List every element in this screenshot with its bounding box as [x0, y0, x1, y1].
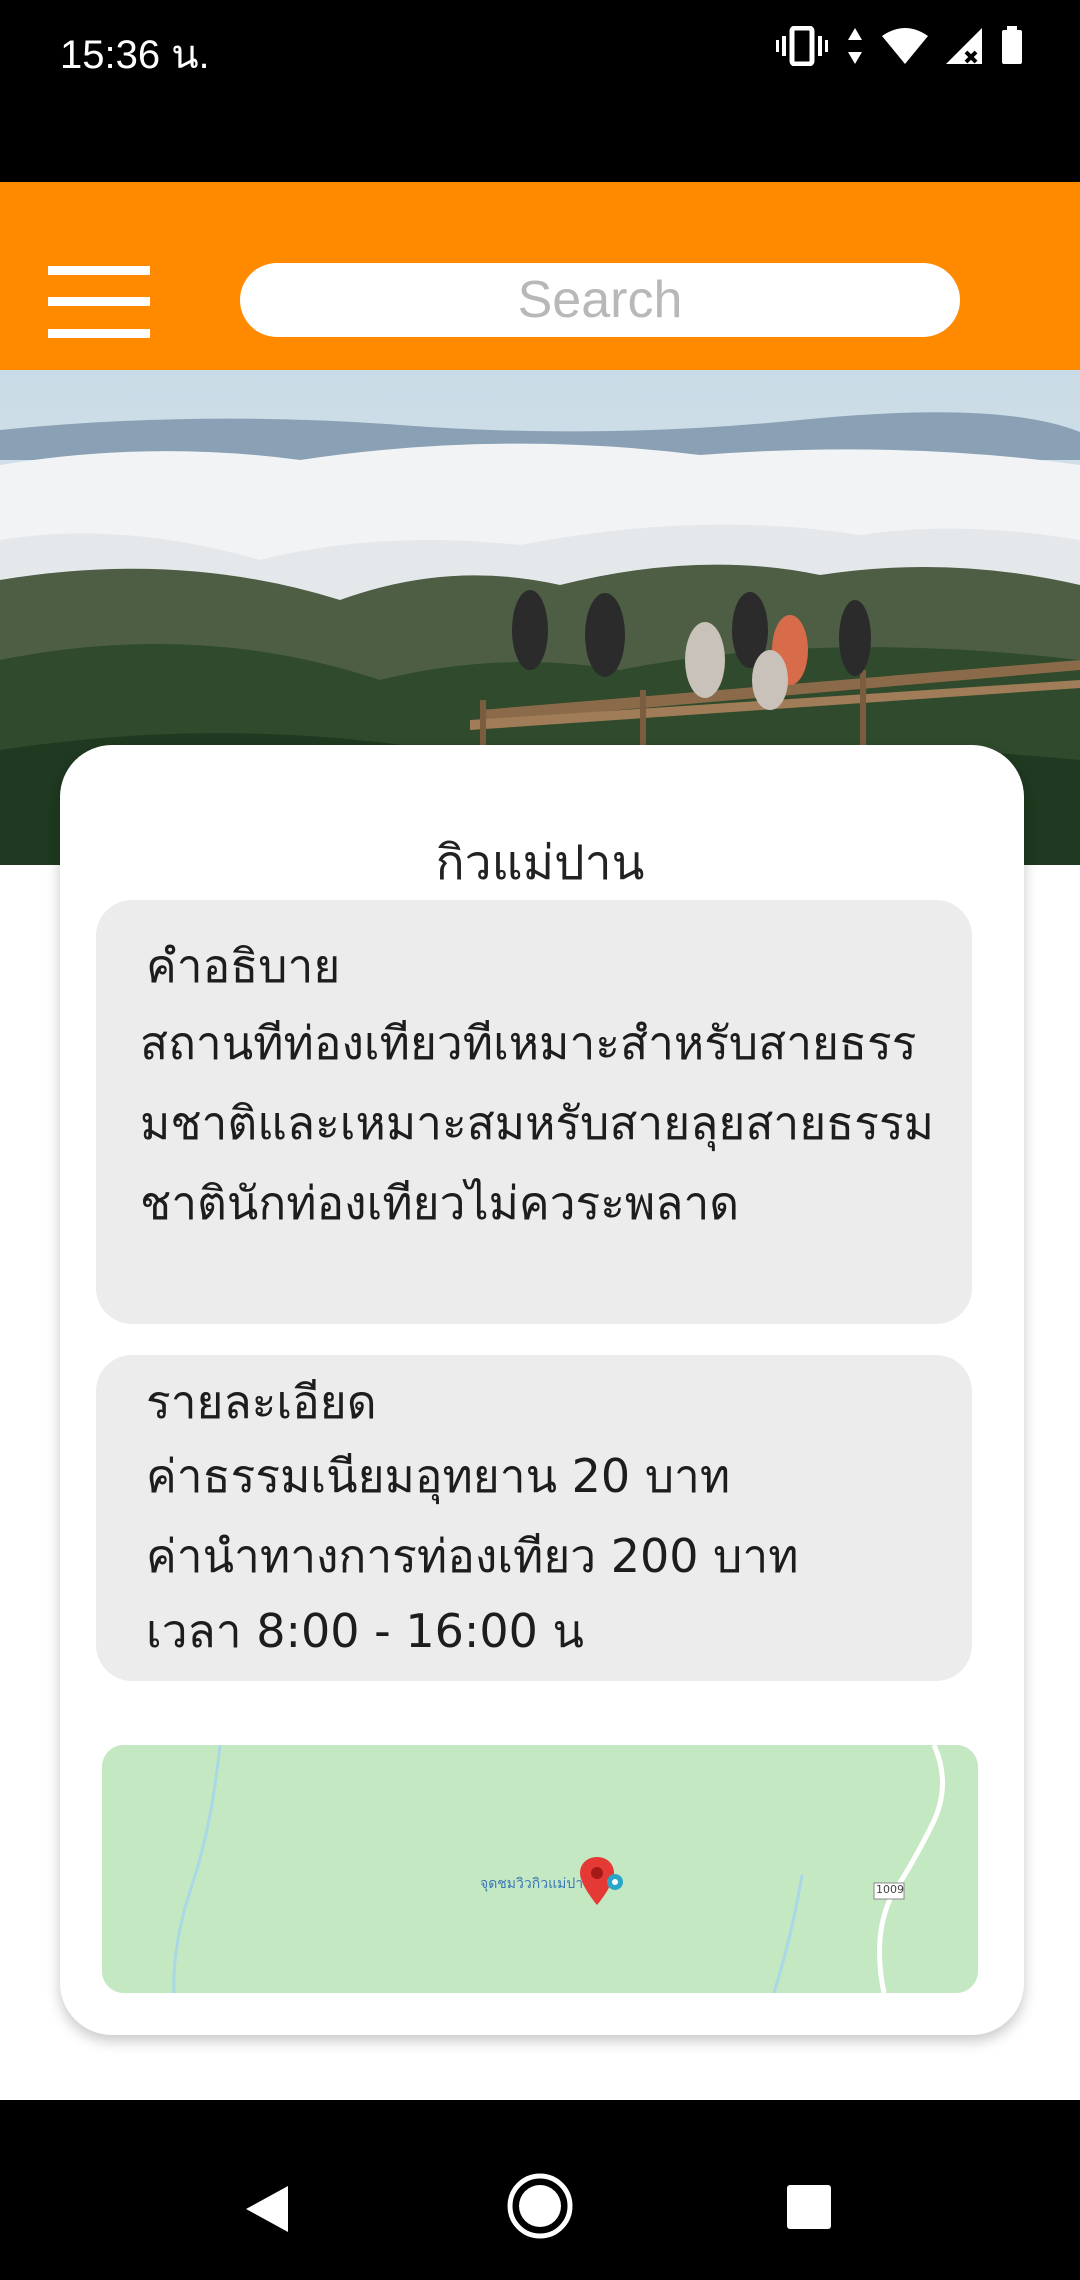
description-line: ชาตินักท่องเทียวไม่ควระพลาด [140, 1176, 740, 1230]
map-poi-icon [606, 1873, 624, 1895]
battery-icon [1000, 26, 1024, 70]
road-label: 1009 [876, 1883, 904, 1896]
back-icon[interactable] [244, 2184, 290, 2238]
details-line: ค่านำทางการท่องเทียว 200 บาท [146, 1529, 799, 1583]
description-text: สถานทีท่องเทียวทีเหมาะสำหรับสายธรร มชาติ… [140, 1003, 1000, 1243]
data-arrows-icon [846, 26, 864, 70]
details-heading: รายละเอียด [146, 1375, 377, 1429]
details-line: เวลา 8:00 - 16:00 น [146, 1604, 584, 1658]
search-input[interactable] [240, 263, 960, 337]
map-place-label: จุดชมวิวกิวแม่ปาน [480, 1876, 593, 1892]
details-line: ค่าธรรมเนียมอุทยาน 20 บาท [146, 1449, 731, 1503]
home-icon[interactable] [506, 2172, 574, 2244]
status-icons [776, 24, 1024, 72]
vibrate-icon [776, 25, 828, 70]
menu-icon[interactable] [48, 266, 150, 338]
description-line: มชาติและเหมาะสมหรับสายลุยสายธรรม [140, 1096, 934, 1150]
location-map[interactable]: 1009 จุดชมวิวกิวแม่ปาน [102, 1745, 978, 1993]
place-title: กิวแม่ปาน [435, 835, 645, 891]
signal-icon [946, 26, 982, 70]
navigation-bar [0, 2100, 1080, 2280]
status-bar: 15:36 น. [0, 0, 1080, 182]
status-time: 15:36 น. [60, 33, 210, 77]
recents-icon[interactable] [786, 2184, 832, 2234]
description-line: สถานทีท่องเทียวทีเหมาะสำหรับสายธรร [140, 1016, 917, 1070]
description-heading: คำอธิบาย [146, 939, 341, 993]
wifi-icon [882, 26, 928, 70]
